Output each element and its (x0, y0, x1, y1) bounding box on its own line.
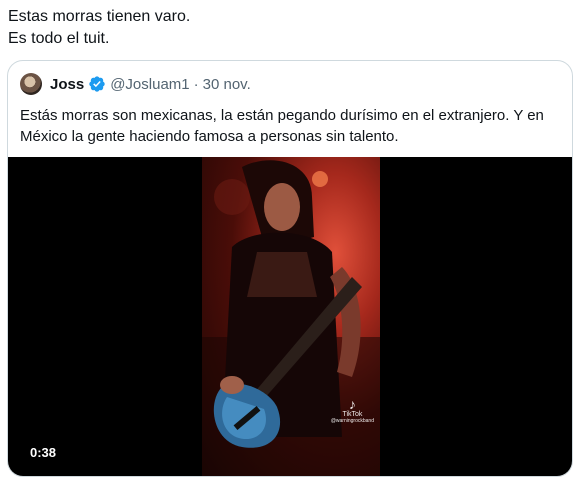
tiktok-label: TikTok (342, 411, 363, 418)
tiktok-username: @warningrockband (330, 418, 374, 424)
video-duration: 0:38 (30, 445, 57, 460)
tweet-text: Estas morras tienen varo. Es todo el tui… (8, 6, 190, 50)
verified-badge-icon (89, 76, 105, 92)
video-scene-illustration (202, 160, 380, 476)
quoted-tweet-text: Estás morras son mexicanas, la están peg… (20, 107, 544, 145)
author-handle[interactable]: @Josluam1 (110, 76, 189, 93)
video-player[interactable]: ♪ TikTok @warningrockband 0:38 (8, 157, 572, 476)
quoted-tweet-card[interactable]: Joss @Josluam1 · 30 nov. Estás morras so… (7, 60, 573, 477)
tweet-text-line-1: Estas morras tienen varo. (8, 8, 191, 25)
quoted-tweet-header: Joss @Josluam1 · 30 nov. (20, 73, 251, 95)
author-name[interactable]: Joss (50, 76, 84, 93)
post-date[interactable]: 30 nov. (203, 76, 251, 93)
tiktok-watermark: ♪ TikTok @warningrockband (331, 397, 374, 424)
tiktok-logo-icon: ♪ (348, 396, 356, 412)
video-thumbnail[interactable]: ♪ TikTok @warningrockband (202, 157, 380, 476)
separator-dot: · (193, 75, 199, 93)
avatar[interactable] (20, 73, 42, 95)
tweet-text-line-2: Es todo el tuit. (8, 30, 110, 47)
